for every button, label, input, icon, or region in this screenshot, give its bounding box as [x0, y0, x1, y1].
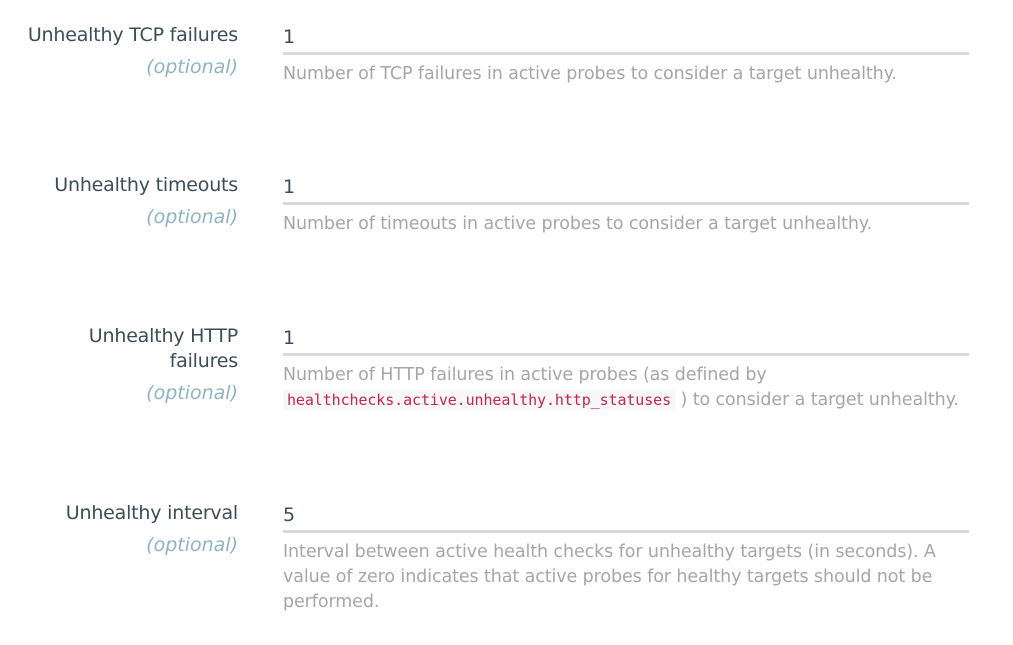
help-text-after: ) to consider a target unhealthy. — [680, 390, 959, 410]
optional-hint: (optional) — [146, 382, 238, 404]
field-input-group: Interval between active health checks fo… — [283, 501, 969, 615]
field-label-group: Unhealthy timeouts (optional) — [18, 173, 238, 230]
http-statuses-code: healthchecks.active.unhealthy.http_statu… — [283, 390, 676, 410]
field-label: Unhealthy TCP failures — [27, 24, 238, 46]
field-help-text: Number of TCP failures in active probes … — [283, 64, 897, 84]
optional-hint: (optional) — [146, 534, 238, 556]
field-help-text: Number of HTTP failures in active probes… — [283, 363, 969, 413]
unhealthy-timeouts-input[interactable] — [283, 173, 969, 205]
field-label: Unhealthy interval — [65, 502, 238, 524]
optional-hint: (optional) — [146, 206, 238, 228]
help-text-before: Number of HTTP failures in active probes… — [283, 365, 767, 385]
field-label-group: Unhealthy HTTP failures (optional) — [18, 324, 238, 406]
optional-hint: (optional) — [146, 56, 238, 78]
unhealthy-tcp-failures-input[interactable] — [283, 23, 969, 55]
field-label-group: Unhealthy TCP failures (optional) — [18, 23, 238, 80]
field-label: Unhealthy HTTP failures — [88, 325, 238, 372]
field-help-text: Number of timeouts in active probes to c… — [283, 214, 873, 234]
unhealthy-http-failures-input[interactable] — [283, 324, 969, 356]
field-help-text: Interval between active health checks fo… — [283, 542, 936, 612]
field-label-group: Unhealthy interval (optional) — [18, 501, 238, 558]
field-input-group: Number of TCP failures in active probes … — [283, 23, 969, 87]
field-label: Unhealthy timeouts — [54, 174, 238, 196]
field-input-group: Number of HTTP failures in active probes… — [283, 324, 969, 413]
field-input-group: Number of timeouts in active probes to c… — [283, 173, 969, 237]
unhealthy-interval-input[interactable] — [283, 501, 969, 533]
